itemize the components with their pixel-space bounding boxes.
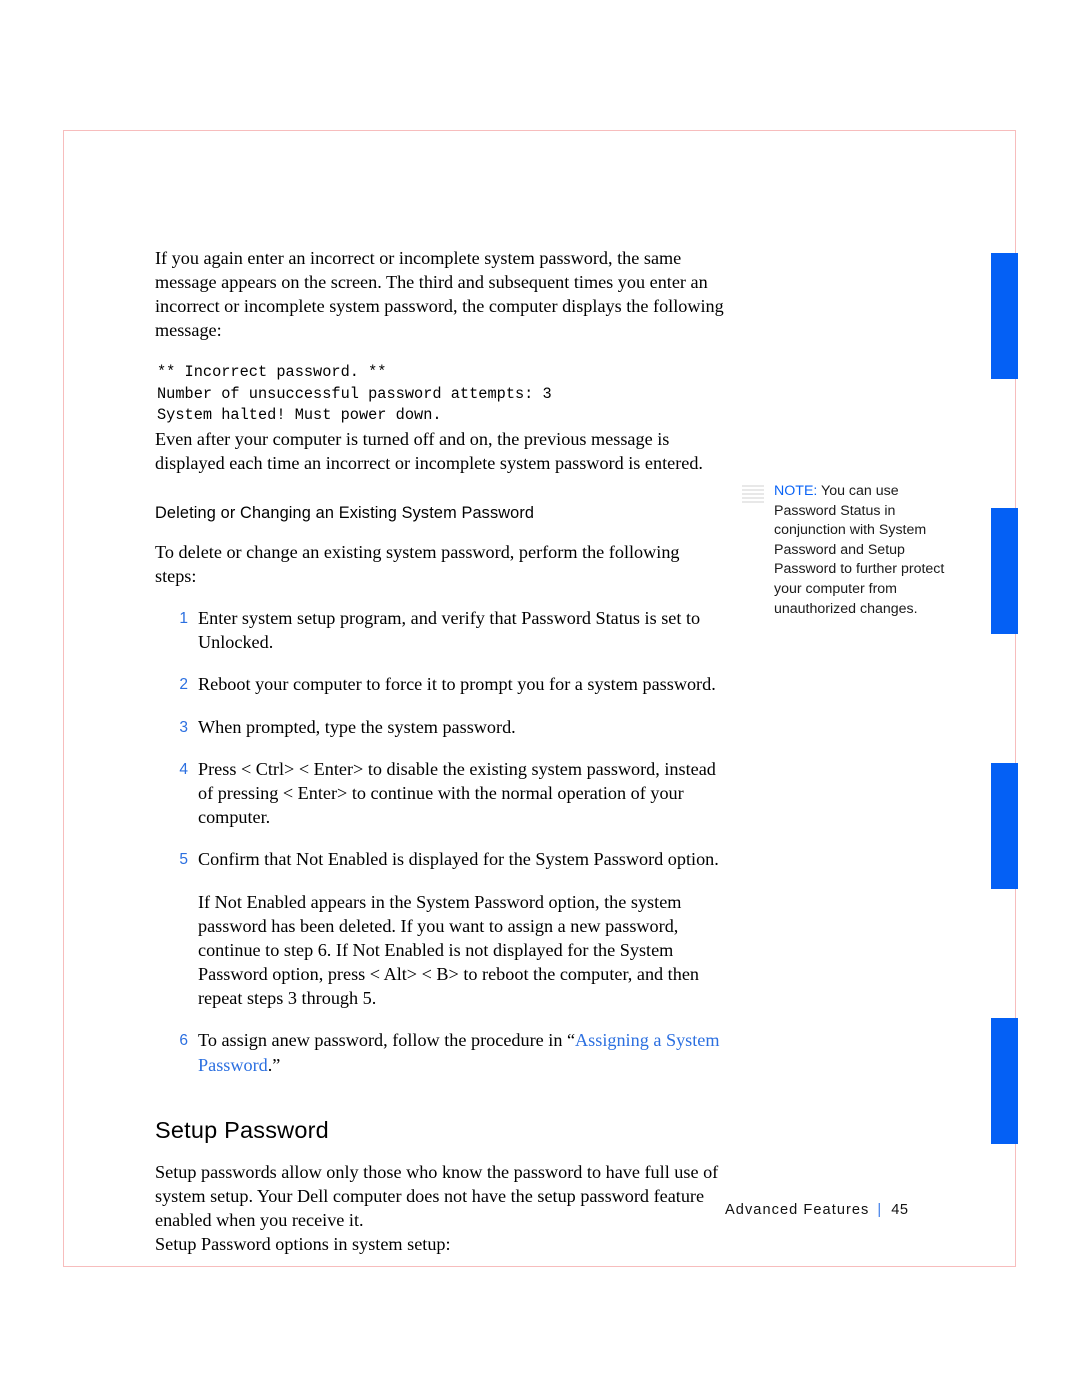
procedure-step-list: 1 Enter system setup program, and verify… [155,606,725,871]
step6-tail: .” [267,1054,281,1075]
edge-tab-3 [991,763,1018,889]
step-text: Enter system setup program, and verify t… [198,608,701,653]
step-number: 2 [179,676,188,694]
step-text: When prompted, type the system password. [198,716,516,737]
intro-paragraph: If you again enter an incorrect or incom… [155,248,724,341]
setup-password-paragraph: Setup passwords allow only those who kno… [155,1161,719,1230]
step-text: Confirm that Not Enabled is displayed fo… [198,848,719,869]
list-item: 3 When prompted, type the system passwor… [155,715,725,739]
list-item: 5 Confirm that Not Enabled is displayed … [155,847,725,871]
footer-chapter-title: Advanced Features [725,1202,870,1218]
subheading-deleting-changing: Deleting or Changing an Existing System … [155,504,535,523]
list-item: 4 Press < Ctrl> < Enter> to disable the … [155,757,725,829]
page-title: Setup Password [155,1116,329,1143]
page-footer: Advanced Features | 45 [725,1202,908,1218]
footer-separator: | [877,1202,883,1218]
step-number: 4 [179,760,188,778]
list-item: 6 To assign anew password, follow the pr… [155,1028,725,1076]
margin-note: NOTE: You can use Password Status in con… [742,482,957,619]
list-item: 2 Reboot your computer to force it to pr… [155,672,725,696]
setup-options-line: Setup Password options in system setup: [155,1233,451,1254]
note-text: You can use Password Status in conjuncti… [774,483,945,617]
edge-tab-1 [991,253,1018,379]
step-number: 3 [179,718,188,736]
step-number: 1 [179,610,188,628]
step-number: 5 [179,850,188,868]
edge-tab-4 [991,1018,1018,1144]
step-text: Reboot your computer to force it to prom… [198,674,716,695]
note-body: NOTE: You can use Password Status in con… [774,482,957,619]
console-message-block: ** Incorrect password. ** Number of unsu… [157,363,552,425]
main-text-column: If you again enter an incorrect or incom… [155,246,725,1256]
step-number: 6 [179,1032,188,1050]
after-code-paragraph: Even after your computer is turned off a… [155,428,703,473]
step-text: To assign anew password, follow the proc… [198,1030,720,1074]
list-item: 1 Enter system setup program, and verify… [155,606,725,654]
procedure-step-list-continued: 6 To assign anew password, follow the pr… [155,1028,725,1076]
edge-tab-2 [991,508,1018,634]
note-lines-icon [742,485,764,503]
note-label: NOTE: [774,483,818,499]
step5-explanatory-paragraph: If Not Enabled appears in the System Pas… [198,892,699,1009]
step6-lead: To assign anew password, follow the proc… [198,1030,576,1051]
page-number: 45 [891,1202,909,1218]
step-text: Press < Ctrl> < Enter> to disable the ex… [198,758,716,827]
steps-intro-paragraph: To delete or change an existing system p… [155,542,680,587]
